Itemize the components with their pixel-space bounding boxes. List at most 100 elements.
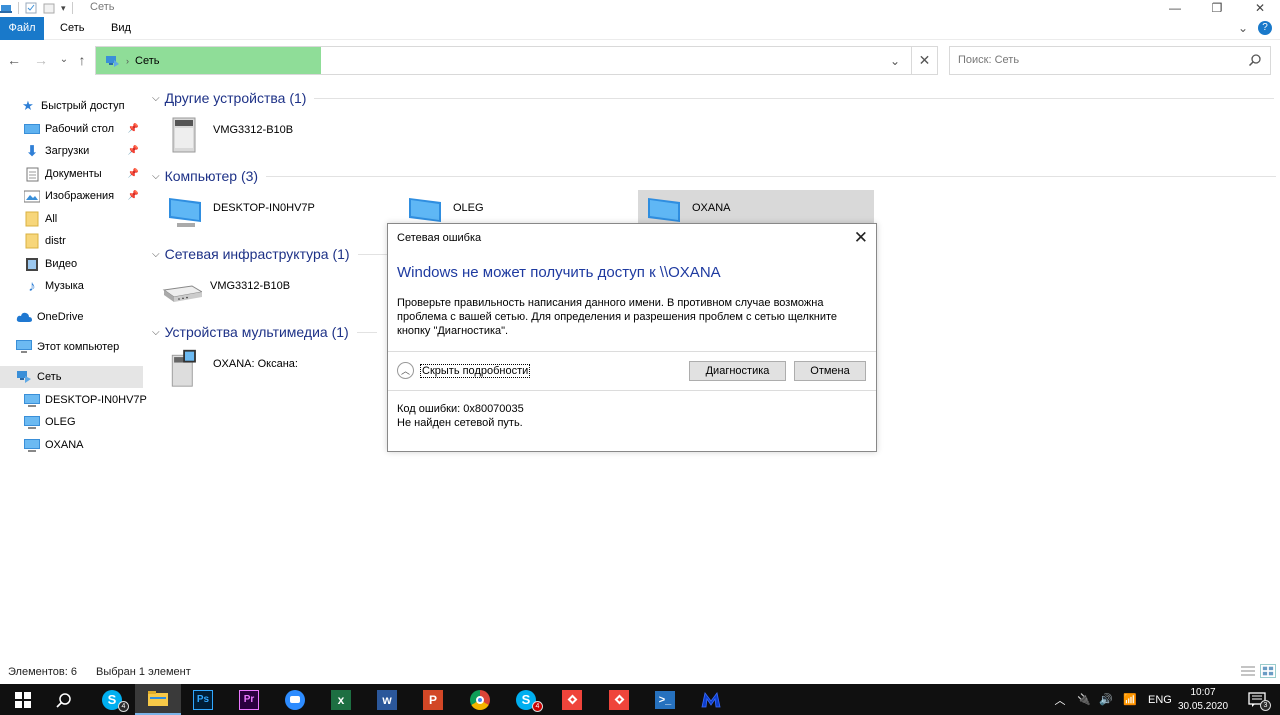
nav-pc-oleg[interactable]: OLEG <box>0 411 143 433</box>
nav-documents[interactable]: Документы 📌 <box>0 163 143 185</box>
ribbon-collapse-icon[interactable]: ⌄ <box>1238 21 1248 35</box>
nav-downloads[interactable]: ⬇ Загрузки 📌 <box>0 140 143 162</box>
pin-icon[interactable]: 📌 <box>128 123 139 134</box>
group-title: Сетевая инфраструктура (1) <box>164 246 350 262</box>
desktop-icon <box>24 121 40 137</box>
breadcrumb-network[interactable]: Сеть <box>135 55 159 67</box>
hide-details-label[interactable]: Скрыть подробности <box>420 363 531 378</box>
chevron-right-icon[interactable]: › <box>126 56 129 66</box>
nav-this-pc[interactable]: Этот компьютер <box>0 336 143 358</box>
nav-label: Быстрый доступ <box>41 100 125 112</box>
pin-icon[interactable]: 📌 <box>128 190 139 201</box>
pin-icon[interactable]: 📌 <box>128 168 139 179</box>
nav-pictures[interactable]: Изображения 📌 <box>0 185 143 207</box>
pin-icon[interactable]: 📌 <box>128 145 139 156</box>
item-other-device[interactable]: VMG3312-B10B <box>165 114 400 158</box>
taskbar-powerpoint[interactable]: P <box>410 684 456 715</box>
chevron-up-icon[interactable]: ︿ <box>397 362 414 379</box>
taskbar-file-explorer[interactable] <box>135 684 181 715</box>
taskbar-photoshop[interactable]: Ps <box>180 684 226 715</box>
nav-pc-oxana[interactable]: OXANA <box>0 434 143 456</box>
help-icon[interactable]: ? <box>1258 21 1272 35</box>
hide-details-toggle[interactable]: ︿ Скрыть подробности <box>397 362 531 379</box>
recent-locations-button[interactable]: ⌄ <box>55 51 73 69</box>
search-icon[interactable] <box>1248 53 1262 67</box>
customize-qat-icon[interactable]: ▾ <box>61 3 66 14</box>
taskbar-malwarebytes[interactable] <box>688 684 734 715</box>
clear-address-button[interactable]: ✕ <box>911 47 937 74</box>
up-button[interactable]: ↑ <box>73 51 91 69</box>
address-dropdown-icon[interactable]: ⌄ <box>884 47 906 74</box>
cancel-button[interactable]: Отмена <box>794 361 866 381</box>
dialog-message-line: кнопку "Диагностика". <box>397 325 509 337</box>
chevron-down-icon[interactable]: ⌵ <box>152 93 160 104</box>
nav-folder-all[interactable]: All <box>0 208 143 230</box>
wifi-icon[interactable]: 📶 <box>1120 693 1140 706</box>
details-view-icon[interactable] <box>1240 664 1256 678</box>
nav-music[interactable]: ♪ Музыка <box>0 275 143 297</box>
taskbar-chrome[interactable] <box>457 684 503 715</box>
nav-desktop[interactable]: Рабочий стол 📌 <box>0 118 143 140</box>
nav-pc-desktop-in0hv7p[interactable]: DESKTOP-IN0HV7P <box>0 389 147 411</box>
show-hidden-icons-icon[interactable]: ︿ <box>1052 692 1068 708</box>
power-icon[interactable]: 🔌 <box>1074 693 1094 706</box>
item-router[interactable]: VMG3312-B10B <box>162 270 387 314</box>
diagnose-button[interactable]: Диагностика <box>689 361 786 381</box>
search-box[interactable]: Поиск: Сеть <box>949 46 1271 75</box>
properties-icon[interactable] <box>25 2 37 14</box>
tab-view[interactable]: Вид <box>103 17 139 40</box>
group-header-other-devices[interactable]: ⌵ Другие устройства (1) <box>152 90 1275 106</box>
nav-network[interactable]: Сеть <box>0 366 143 388</box>
minimize-button[interactable]: — <box>1155 0 1195 16</box>
search-input[interactable]: Поиск: Сеть <box>958 54 1019 66</box>
folder-icon <box>148 690 168 706</box>
volume-icon[interactable]: 🔊 <box>1096 693 1116 706</box>
taskbar-excel[interactable]: x <box>318 684 364 715</box>
back-button[interactable]: ← <box>5 51 23 69</box>
nav-label: distr <box>45 235 66 247</box>
network-icon[interactable] <box>0 2 12 14</box>
computer-icon <box>24 392 40 408</box>
search-taskbar-button[interactable] <box>41 684 87 715</box>
tab-file[interactable]: Файл <box>0 17 44 40</box>
taskbar-premiere[interactable]: Pr <box>226 684 272 715</box>
chrome-icon <box>470 689 490 710</box>
maximize-button[interactable]: ❐ <box>1197 0 1237 16</box>
taskbar-anydesk-2[interactable] <box>596 684 642 715</box>
taskbar-word[interactable]: w <box>364 684 410 715</box>
system-tray: ︿ 🔌 🔊 📶 ENG <box>1052 684 1172 715</box>
group-header-network-infrastructure[interactable]: ⌵ Сетевая инфраструктура (1) <box>152 246 398 262</box>
taskbar-skype[interactable]: S 4 <box>89 684 135 715</box>
item-label: OXANA: Оксана: <box>213 358 298 370</box>
chevron-down-icon[interactable]: ⌵ <box>152 249 160 260</box>
forward-button[interactable]: → <box>32 51 50 69</box>
new-folder-icon[interactable] <box>43 2 55 14</box>
nav-quick-access[interactable]: ★ Быстрый доступ <box>0 95 143 117</box>
clock[interactable]: 10:07 30.05.2020 <box>1172 686 1234 714</box>
taskbar-zoom[interactable] <box>272 684 318 715</box>
close-button[interactable]: ✕ <box>1240 0 1280 16</box>
folder-icon <box>24 211 40 227</box>
item-computer-desktop-in0hv7p[interactable]: DESKTOP-IN0HV7P <box>165 192 400 236</box>
tab-network[interactable]: Сеть <box>52 17 92 40</box>
address-bar[interactable]: › Сеть ⌄ ✕ <box>95 46 938 75</box>
navigation-pane: ★ Быстрый доступ Рабочий стол 📌 ⬇ Загруз… <box>0 90 147 660</box>
chevron-down-icon[interactable]: ⌵ <box>152 327 160 338</box>
nav-folder-distr[interactable]: distr <box>0 230 143 252</box>
start-button[interactable] <box>0 684 46 715</box>
nav-onedrive[interactable]: OneDrive <box>0 306 143 328</box>
language-indicator[interactable]: ENG <box>1148 694 1172 706</box>
action-center-button[interactable]: 3 <box>1234 684 1280 715</box>
taskbar-anydesk[interactable] <box>549 684 595 715</box>
taskbar-powershell[interactable]: >_ <box>642 684 688 715</box>
nav-label: OLEG <box>45 416 76 428</box>
document-icon <box>24 166 40 182</box>
item-media-device[interactable]: OXANA: Оксана: <box>165 348 385 392</box>
chevron-down-icon[interactable]: ⌵ <box>152 171 160 182</box>
tiles-view-icon[interactable] <box>1260 664 1276 678</box>
group-header-computer[interactable]: ⌵ Компьютер (3) <box>152 168 1277 184</box>
taskbar-skype-2[interactable]: S 4 <box>503 684 549 715</box>
group-header-media-devices[interactable]: ⌵ Устройства мультимедиа (1) <box>152 324 377 340</box>
nav-video[interactable]: Видео <box>0 253 143 275</box>
dialog-close-button[interactable]: ✕ <box>854 228 868 248</box>
